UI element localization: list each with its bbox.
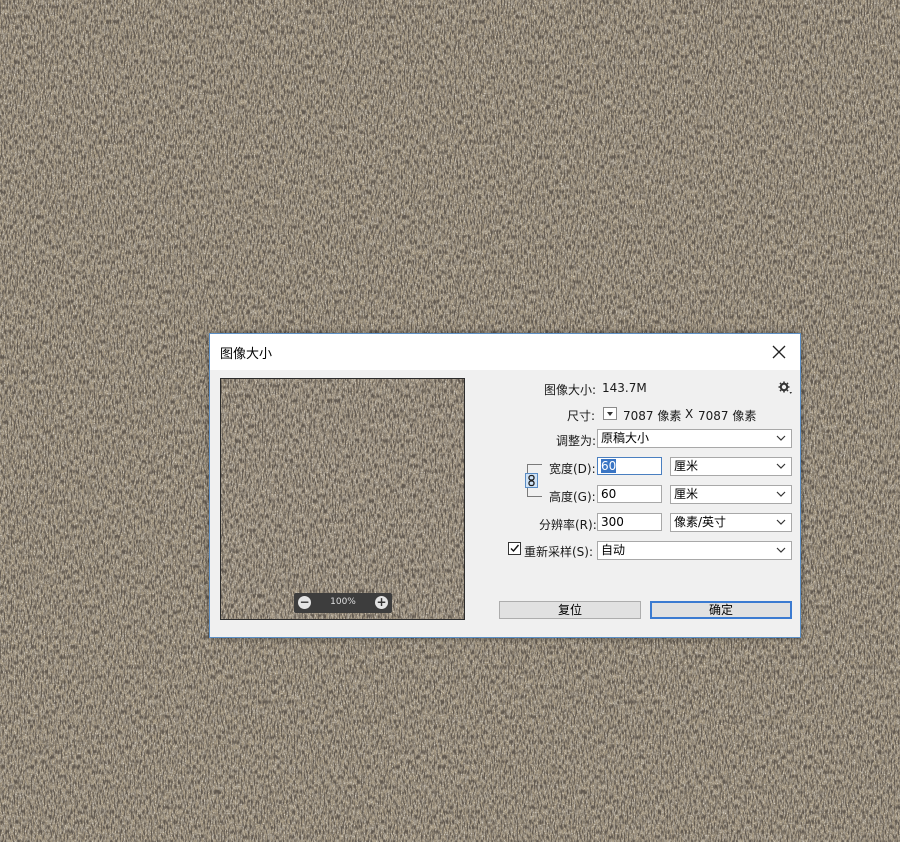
chevron-down-icon bbox=[776, 547, 786, 553]
resolution-input[interactable]: 300 bbox=[597, 513, 662, 531]
settings-gear-button[interactable] bbox=[777, 380, 793, 396]
dialog-title: 图像大小 bbox=[220, 347, 273, 362]
fit-to-select[interactable]: 原稿大小 bbox=[597, 429, 792, 448]
dimensions-unit-dropdown[interactable] bbox=[603, 407, 617, 420]
link-icon bbox=[528, 474, 535, 487]
resample-method-value: 自动 bbox=[601, 543, 626, 557]
gear-icon bbox=[778, 381, 792, 394]
width-value: 60 bbox=[601, 459, 617, 473]
width-label: 宽度(D): bbox=[549, 462, 596, 476]
chevron-down-icon bbox=[776, 491, 786, 497]
constrain-proportions-toggle[interactable] bbox=[525, 473, 538, 488]
fit-to-value: 原稿大小 bbox=[601, 431, 650, 445]
check-icon bbox=[510, 544, 520, 553]
dimensions-width: 7087 像素 bbox=[623, 409, 682, 423]
height-unit-value: 厘米 bbox=[674, 487, 699, 501]
zoom-in-button[interactable]: + bbox=[375, 596, 388, 609]
dimensions-height: 7087 像素 bbox=[698, 409, 757, 423]
resolution-unit-select[interactable]: 像素/英寸 bbox=[670, 513, 792, 532]
chevron-down-icon bbox=[776, 463, 786, 469]
constraint-bracket-bottom bbox=[527, 488, 542, 497]
dropdown-triangle-icon bbox=[607, 412, 613, 416]
zoom-level: 100% bbox=[330, 597, 356, 607]
close-icon bbox=[772, 345, 786, 359]
close-button[interactable] bbox=[760, 334, 798, 370]
dimensions-separator: X bbox=[685, 407, 694, 421]
dimensions-label: 尺寸: bbox=[567, 409, 596, 423]
resolution-unit-value: 像素/英寸 bbox=[674, 515, 727, 529]
height-value: 60 bbox=[601, 487, 617, 501]
image-size-dialog: 图像大小 − 100% + 图像大小: 143.7M 尺寸: 7087 像素 X… bbox=[209, 333, 801, 638]
resample-label: 重新采样(S): bbox=[524, 545, 594, 559]
image-preview[interactable]: − 100% + bbox=[220, 378, 465, 620]
fit-to-label: 调整为: bbox=[556, 434, 597, 448]
height-input[interactable]: 60 bbox=[597, 485, 662, 503]
height-label: 高度(G): bbox=[549, 490, 596, 504]
constraint-bracket-top bbox=[527, 464, 542, 473]
resolution-label: 分辨率(R): bbox=[539, 518, 597, 532]
dialog-titlebar[interactable]: 图像大小 bbox=[210, 334, 800, 370]
preview-zoom-bar: − 100% + bbox=[294, 593, 392, 613]
ok-button[interactable]: 确定 bbox=[650, 601, 792, 619]
reset-button[interactable]: 复位 bbox=[499, 601, 641, 619]
image-size-value: 143.7M bbox=[602, 381, 647, 395]
width-input[interactable]: 60 bbox=[597, 457, 662, 475]
zoom-out-button[interactable]: − bbox=[298, 596, 311, 609]
resolution-value: 300 bbox=[601, 515, 624, 529]
chevron-down-icon bbox=[776, 519, 786, 525]
width-unit-select[interactable]: 厘米 bbox=[670, 457, 792, 476]
chevron-down-icon bbox=[776, 435, 786, 441]
image-size-label: 图像大小: bbox=[544, 383, 597, 397]
height-unit-select[interactable]: 厘米 bbox=[670, 485, 792, 504]
preview-texture-canvas bbox=[221, 379, 464, 619]
resample-checkbox[interactable] bbox=[508, 542, 521, 555]
width-unit-value: 厘米 bbox=[674, 459, 699, 473]
resample-method-select[interactable]: 自动 bbox=[597, 541, 792, 560]
